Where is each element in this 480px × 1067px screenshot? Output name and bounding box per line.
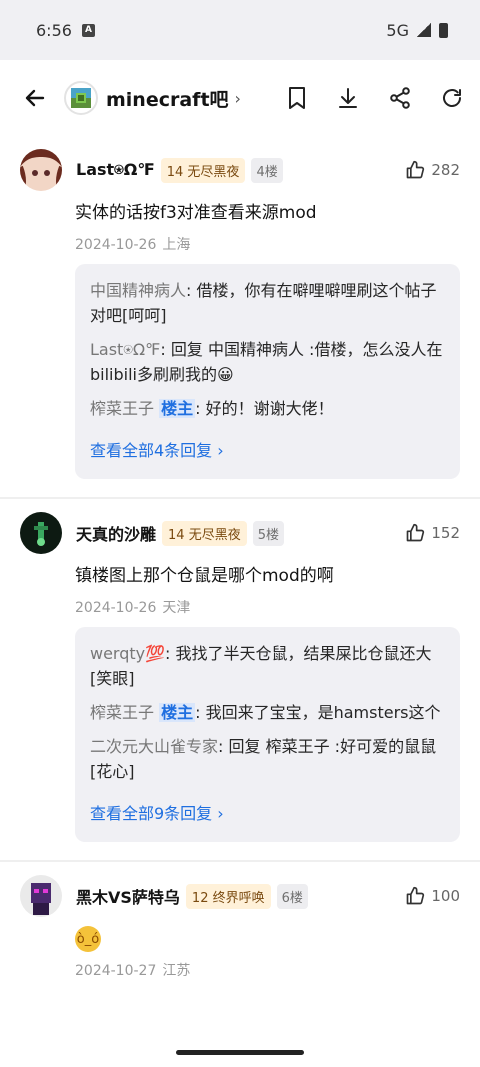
thumbs-up-icon bbox=[407, 523, 425, 542]
bookmark-icon[interactable] bbox=[286, 86, 308, 110]
comment-date: 2024-10-26 bbox=[75, 237, 157, 253]
level-badge: 12 终界呼唤 bbox=[185, 883, 271, 909]
home-indicator[interactable] bbox=[176, 1050, 304, 1055]
reply-text: 我回来了宝宝，是hamsters这个 bbox=[205, 703, 441, 722]
view-all-replies-link[interactable]: 查看全部4条回复 › bbox=[90, 437, 446, 461]
reply-user[interactable]: Last⍟Ω℉ bbox=[90, 340, 160, 359]
reply-item[interactable]: werqty💯: 我找了半天仓鼠，结果屎比仓鼠还大[笑眼] bbox=[90, 641, 446, 691]
floor-badge: 4楼 bbox=[251, 157, 283, 183]
forum-logo[interactable] bbox=[64, 81, 98, 115]
like-button[interactable]: 152 bbox=[405, 523, 460, 543]
host-badge: 楼主 bbox=[159, 703, 196, 722]
reply-user[interactable]: 中国精神病人 bbox=[90, 281, 186, 300]
avatar[interactable] bbox=[20, 149, 62, 191]
reply-box[interactable]: werqty💯: 我找了半天仓鼠，结果屎比仓鼠还大[笑眼] 榨菜王子 楼主: 我… bbox=[75, 627, 460, 842]
reply-user[interactable]: werqty💯 bbox=[90, 644, 165, 663]
comment-floor-6[interactable]: 黑木VS萨特乌 12 终界呼唤 6楼 100 ò_ó 2024-10-27 江苏 bbox=[0, 862, 480, 998]
username[interactable]: Last⍟Ω℉ bbox=[76, 160, 155, 180]
like-count: 152 bbox=[431, 524, 460, 542]
comment-meta: 2024-10-26 上海 bbox=[75, 234, 460, 254]
reply-item[interactable]: 二次元大山雀专家: 回复 榨菜王子 :好可爱的鼠鼠[花心] bbox=[90, 734, 446, 784]
comment-floor-4[interactable]: Last⍟Ω℉ 14 无尽黑夜 4楼 282 实体的话按f3对准查看来源mod … bbox=[0, 136, 480, 497]
reply-user[interactable]: 二次元大山雀专家 bbox=[90, 737, 218, 756]
reply-text: 好的！谢谢大佬！ bbox=[205, 399, 334, 418]
back-button[interactable] bbox=[20, 83, 50, 113]
reply-item[interactable]: 中国精神病人: 借楼，你有在噼哩噼哩刷这个帖子对吧[呵呵] bbox=[90, 278, 446, 328]
comment-location: 江苏 bbox=[162, 963, 191, 979]
forum-name[interactable]: minecraft吧 bbox=[106, 85, 229, 112]
battery-icon bbox=[439, 22, 448, 38]
comment-location: 天津 bbox=[162, 600, 191, 616]
like-count: 100 bbox=[431, 887, 460, 905]
reply-user[interactable]: 榨菜王子 bbox=[90, 399, 154, 418]
status-time: 6:56 bbox=[36, 20, 72, 40]
view-all-replies-link[interactable]: 查看全部9条回复 › bbox=[90, 800, 446, 824]
comment-text: 镇楼图上那个仓鼠是哪个mod的啊 bbox=[75, 566, 334, 586]
comment-meta: 2024-10-26 天津 bbox=[75, 597, 460, 617]
level-badge: 14 无尽黑夜 bbox=[162, 520, 247, 546]
share-icon[interactable] bbox=[388, 86, 412, 110]
gesture-bar-area bbox=[0, 1027, 480, 1067]
username[interactable]: 天真的沙雕 bbox=[76, 521, 156, 545]
like-button[interactable]: 282 bbox=[405, 160, 460, 180]
chevron-right-icon[interactable]: › bbox=[235, 89, 241, 108]
reply-item[interactable]: 榨菜王子 楼主: 我回来了宝宝，是hamsters这个 bbox=[90, 700, 446, 725]
nav-bar: minecraft吧 › bbox=[0, 60, 480, 136]
comment-location: 上海 bbox=[162, 237, 191, 253]
reply-user[interactable]: 榨菜王子 bbox=[90, 703, 154, 722]
level-badge: 14 无尽黑夜 bbox=[160, 157, 246, 183]
like-button[interactable]: 100 bbox=[405, 886, 460, 906]
network-label: 5G bbox=[386, 20, 409, 40]
reply-box[interactable]: 中国精神病人: 借楼，你有在噼哩噼哩刷这个帖子对吧[呵呵] Last⍟Ω℉: 回… bbox=[75, 264, 460, 479]
comment-text: 实体的话按f3对准查看来源mod bbox=[75, 203, 317, 223]
avatar[interactable] bbox=[20, 512, 62, 554]
comment-date: 2024-10-26 bbox=[75, 600, 157, 616]
like-count: 282 bbox=[431, 161, 460, 179]
comment-meta: 2024-10-27 江苏 bbox=[75, 960, 460, 980]
thumbs-up-icon bbox=[407, 160, 425, 179]
floor-badge: 5楼 bbox=[252, 520, 284, 546]
signal-icon bbox=[417, 23, 431, 37]
username[interactable]: 黑木VS萨特乌 bbox=[76, 884, 180, 908]
reply-item[interactable]: 榨菜王子 楼主: 好的！谢谢大佬！ bbox=[90, 396, 446, 421]
status-bar: 6:56 A 5G bbox=[0, 0, 480, 60]
comment-floor-5[interactable]: 天真的沙雕 14 无尽黑夜 5楼 152 镇楼图上那个仓鼠是哪个mod的啊 20… bbox=[0, 499, 480, 860]
host-badge: 楼主 bbox=[159, 399, 196, 418]
back-arrow-icon bbox=[25, 89, 45, 107]
refresh-icon[interactable] bbox=[440, 86, 464, 110]
reply-item[interactable]: Last⍟Ω℉: 回复 中国精神病人 :借楼，怎么没人在bilibili多刷刷我… bbox=[90, 337, 446, 387]
angry-face-emoji-icon: ò_ó bbox=[75, 926, 101, 952]
thumbs-up-icon bbox=[407, 886, 425, 905]
floor-badge: 6楼 bbox=[276, 883, 308, 909]
comment-date: 2024-10-27 bbox=[75, 963, 157, 979]
download-icon[interactable] bbox=[336, 86, 360, 110]
notification-icon: A bbox=[81, 23, 95, 37]
avatar[interactable] bbox=[20, 875, 62, 917]
